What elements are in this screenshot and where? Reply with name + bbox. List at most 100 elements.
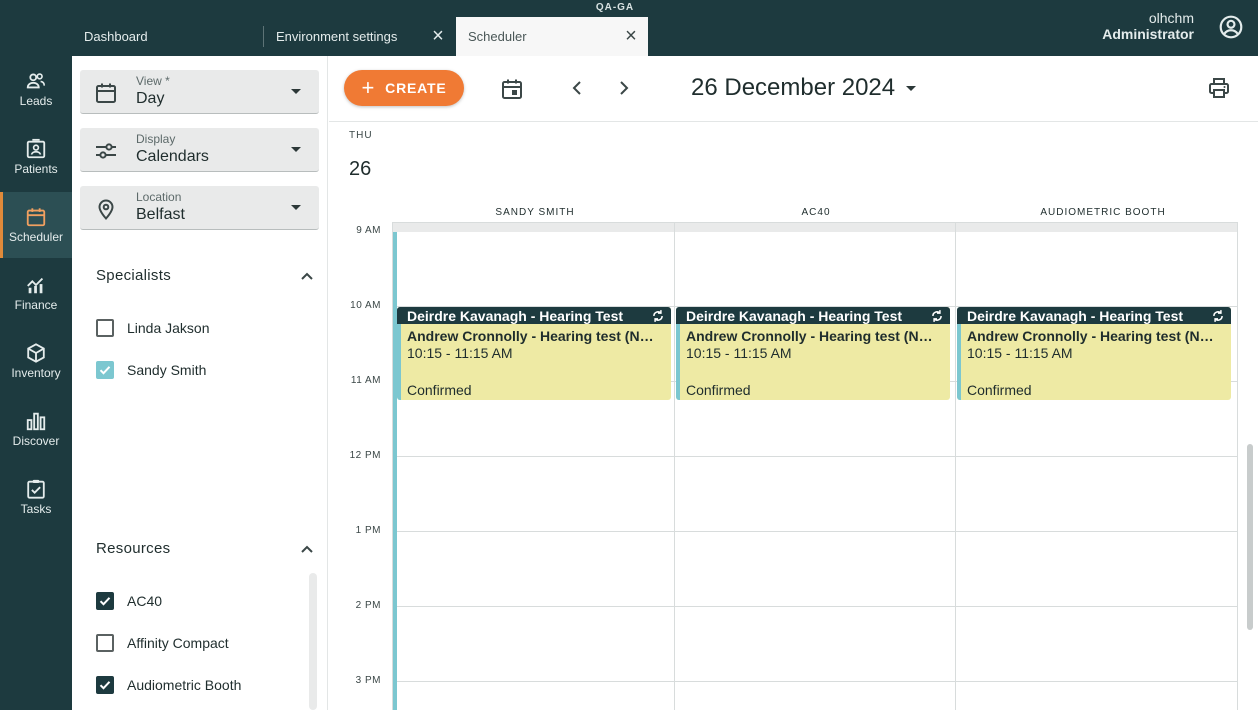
column-divider (1237, 222, 1238, 710)
today-calendar-icon[interactable] (500, 77, 524, 101)
tab-label: Dashboard (84, 29, 148, 44)
column-divider (955, 222, 956, 710)
day-of-week: THU (349, 130, 373, 141)
nav-label: Tasks (20, 502, 52, 516)
resource-option-ac40[interactable]: AC40 (96, 590, 162, 612)
current-date-title[interactable]: 26 December 2024 (691, 74, 895, 102)
hour-line (392, 681, 1238, 682)
nav-item-leads[interactable]: Leads (0, 56, 72, 122)
check-icon (99, 681, 111, 690)
people-icon (26, 73, 46, 89)
finance-icon (27, 277, 44, 294)
display-label: Display (136, 132, 176, 146)
appointment-patient: Andrew Cronnolly - Hearing test (NHS) (407, 328, 663, 344)
hour-label: 2 PM (355, 600, 381, 611)
display-value: Calendars (136, 148, 209, 165)
nav-item-finance[interactable]: Finance (0, 260, 72, 326)
create-button-label: CREATE (385, 80, 447, 96)
nav-item-inventory[interactable]: Inventory (0, 328, 72, 394)
calendar-icon (96, 83, 116, 103)
appointment-title: Deirdre Kavanagh - Hearing Test (957, 307, 1231, 324)
chevron-right-icon[interactable] (612, 76, 636, 100)
view-select[interactable]: View * Day (80, 70, 319, 114)
hour-label: 1 PM (355, 525, 381, 536)
tab-label: Scheduler (468, 29, 527, 44)
print-icon[interactable] (1207, 76, 1231, 100)
create-button[interactable]: + CREATE (344, 70, 464, 106)
checkbox-label: AC40 (127, 593, 163, 609)
nav-item-tasks[interactable]: Tasks (0, 464, 72, 530)
scheduler-grid[interactable]: 9 AM 10 AM 11 AM 12 PM 1 PM 2 PM 3 PM De… (329, 222, 1258, 710)
calendar-icon (26, 208, 46, 227)
appointment-status: Confirmed (686, 382, 751, 398)
column-header-audiometric-booth: AUDIOMETRIC BOOTH (1040, 207, 1166, 218)
chevron-up-icon[interactable] (300, 271, 314, 281)
grid-scrollbar[interactable] (1247, 444, 1253, 630)
specialist-option-linda-jakson[interactable]: Linda Jakson (96, 317, 210, 339)
user-role: Administrator (1102, 26, 1194, 42)
date-dropdown-arrow-icon[interactable] (906, 86, 916, 91)
bar-chart-icon (26, 412, 46, 431)
top-bar: QA-GA Dashboard Environment settings × S… (0, 0, 1258, 56)
display-select[interactable]: Display Calendars (80, 128, 319, 172)
user-info: olhchm Administrator (1102, 10, 1194, 42)
view-label: View * (136, 74, 170, 88)
appointment-time: 10:15 - 11:15 AM (967, 345, 1073, 361)
appointment-title: Deirdre Kavanagh - Hearing Test (397, 307, 671, 324)
nav-label: Finance (14, 298, 58, 312)
nav-item-patients[interactable]: Patients (0, 124, 72, 190)
hour-line (392, 531, 1238, 532)
hour-line (392, 606, 1238, 607)
chevron-left-icon[interactable] (565, 76, 589, 100)
check-icon (99, 597, 111, 606)
tab-dashboard[interactable]: Dashboard (72, 17, 262, 56)
view-value: Day (136, 90, 165, 107)
nav-label: Patients (14, 162, 58, 176)
nav-label: Inventory (11, 366, 61, 380)
appointment-patient: Andrew Cronnolly - Hearing test (NHS) (686, 328, 942, 344)
resource-option-affinity-compact[interactable]: Affinity Compact (96, 632, 229, 654)
nav-item-scheduler[interactable]: Scheduler (0, 192, 72, 258)
appointment-card[interactable]: Deirdre Kavanagh - Hearing Test Andrew C… (676, 307, 950, 400)
location-select[interactable]: Location Belfast (80, 186, 319, 230)
scheduler-toolbar: + CREATE 26 December 2024 (329, 56, 1258, 122)
hour-label: 3 PM (355, 675, 381, 686)
filters-panel: View * Day Display Calendars Location Be… (72, 56, 328, 710)
appointment-card[interactable]: Deirdre Kavanagh - Hearing Test Andrew C… (957, 307, 1231, 400)
close-icon[interactable]: × (622, 26, 640, 46)
tab-label: Environment settings (276, 29, 398, 44)
checkbox[interactable] (96, 676, 114, 694)
resources-scrollbar[interactable] (309, 573, 317, 710)
checkbox[interactable] (96, 319, 114, 337)
appointment-patient: Andrew Cronnolly - Hearing test (NHS) (967, 328, 1223, 344)
account-circle-icon[interactable] (1218, 14, 1244, 40)
resource-option-audiometric-booth[interactable]: Audiometric Booth (96, 674, 241, 696)
chevron-up-icon[interactable] (300, 544, 314, 554)
sliders-icon (96, 143, 116, 159)
checkbox-label: Affinity Compact (127, 635, 229, 651)
nav-label: Scheduler (8, 230, 64, 244)
close-icon[interactable]: × (429, 26, 447, 46)
tab-scheduler[interactable]: Scheduler × (456, 17, 648, 56)
appointment-status: Confirmed (967, 382, 1032, 398)
availability-bar (393, 232, 397, 710)
nav-item-discover[interactable]: Discover (0, 396, 72, 462)
environment-label: QA-GA (595, 2, 635, 13)
dropdown-arrow-icon (291, 147, 301, 152)
checkbox[interactable] (96, 361, 114, 379)
appointment-time: 10:15 - 11:15 AM (686, 345, 792, 361)
user-name: olhchm (1148, 10, 1194, 26)
tab-environment-settings[interactable]: Environment settings × (264, 17, 455, 56)
appointment-card[interactable]: Deirdre Kavanagh - Hearing Test Andrew C… (397, 307, 671, 400)
appointment-status: Confirmed (407, 382, 472, 398)
day-number[interactable]: 26 (349, 158, 371, 181)
box-icon (27, 343, 45, 363)
location-value: Belfast (136, 206, 185, 223)
checkbox[interactable] (96, 634, 114, 652)
resources-heading: Resources (96, 540, 171, 557)
specialist-option-sandy-smith[interactable]: Sandy Smith (96, 359, 206, 381)
hour-label: 12 PM (349, 450, 381, 461)
checkbox[interactable] (96, 592, 114, 610)
check-icon (99, 366, 111, 375)
hour-label: 11 AM (350, 375, 381, 386)
